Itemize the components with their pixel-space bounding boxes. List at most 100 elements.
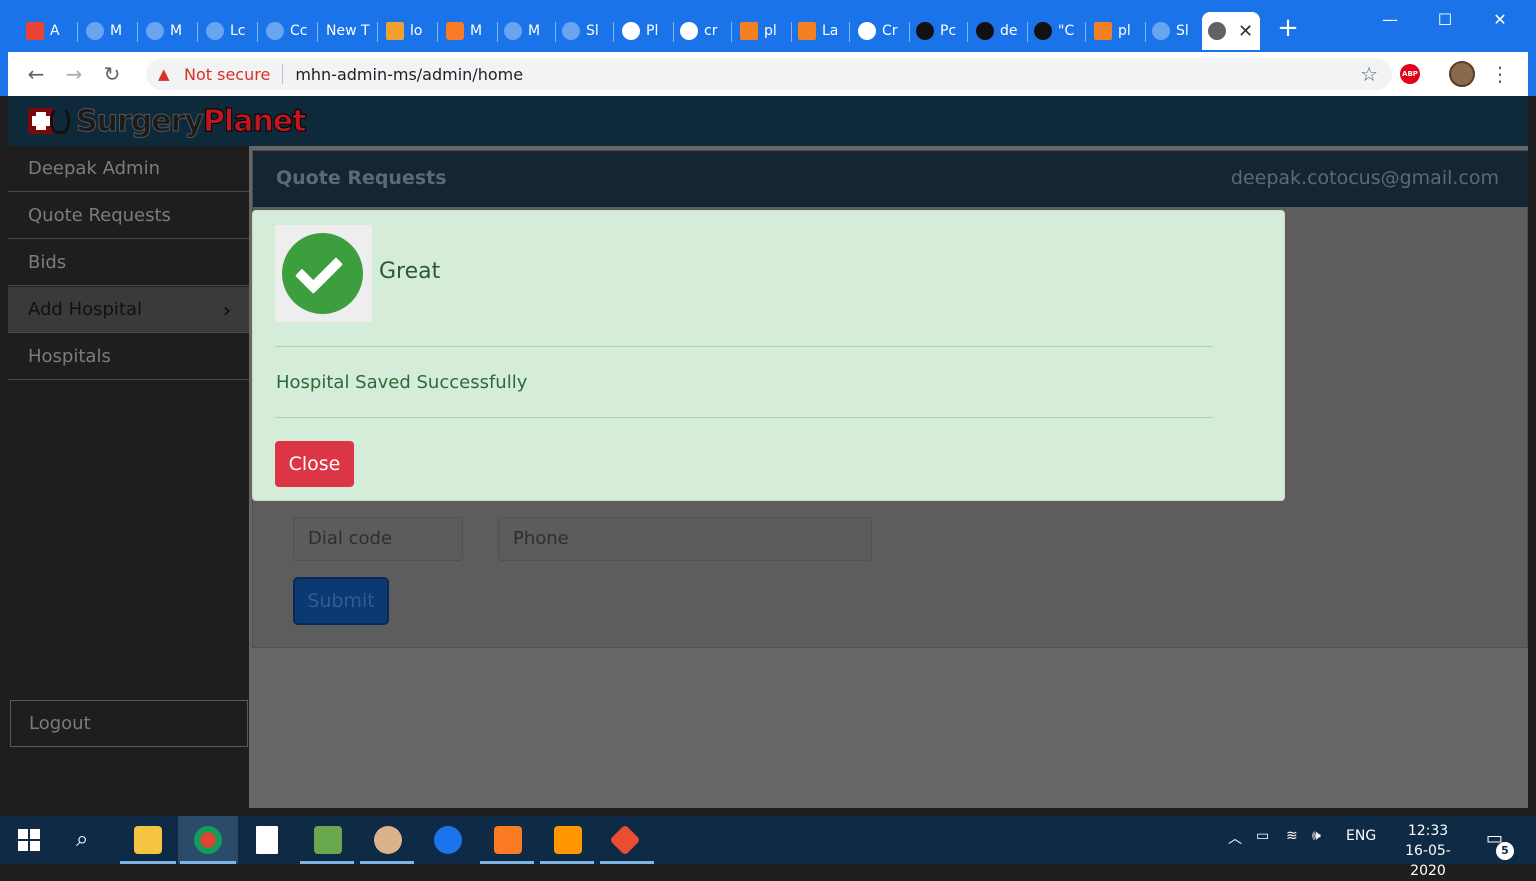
browser-toolbar: ← → ↻ ▲ Not secure mhn-admin-ms/admin/ho… <box>8 52 1528 96</box>
search-icon[interactable]: ⌕ <box>76 827 88 852</box>
new-tab-button[interactable]: + <box>1276 15 1300 41</box>
google-icon <box>858 22 876 40</box>
browser-tab[interactable]: de <box>970 12 1028 50</box>
windows-taskbar: ⌕ ︿ ▭ ≋ 🕪 ENG 12:33 16-05-2020 ▭ 5 <box>0 816 1536 879</box>
browser-tab[interactable]: "C <box>1028 12 1086 50</box>
clock-date: 16-05-2020 <box>1405 843 1451 879</box>
browser-tab-active[interactable]: ✕ <box>1202 12 1260 50</box>
globe-icon <box>146 22 164 40</box>
google-icon <box>680 22 698 40</box>
maximize-button[interactable]: ☐ <box>1425 6 1465 34</box>
reload-button[interactable]: ↻ <box>100 62 124 86</box>
submit-button[interactable]: Submit <box>293 577 389 625</box>
chevron-up-icon[interactable]: ︿ <box>1228 828 1242 848</box>
adblock-icon[interactable]: ABP <box>1400 64 1420 84</box>
close-button[interactable]: Close <box>275 441 354 487</box>
bookmark-star-icon[interactable]: ☆ <box>1360 62 1378 86</box>
minimize-button[interactable]: — <box>1370 6 1410 34</box>
forward-button[interactable]: → <box>62 62 86 86</box>
app-header: SurgeryPlanet <box>8 96 1528 146</box>
close-window-button[interactable]: ✕ <box>1480 6 1520 34</box>
ship-icon <box>386 22 404 40</box>
browser-tab[interactable]: M <box>440 12 498 50</box>
browser-tab[interactable]: pl <box>734 12 792 50</box>
google-icon <box>622 22 640 40</box>
windows-start-icon[interactable] <box>18 829 40 851</box>
browser-tab[interactable]: Pc <box>910 12 968 50</box>
chevron-right-icon: › <box>222 298 231 322</box>
url-text[interactable]: mhn-admin-ms/admin/home <box>295 65 523 84</box>
logout-button[interactable]: Logout <box>10 700 248 747</box>
browser-tab[interactable]: cr <box>674 12 732 50</box>
sidebar-item-bids[interactable]: Bids <box>8 240 249 286</box>
globe-icon <box>1208 22 1226 40</box>
xampp-icon[interactable] <box>494 826 522 854</box>
modal-title: Great <box>379 259 441 284</box>
browser-tab[interactable]: lo <box>380 12 438 50</box>
browser-tab[interactable]: M <box>140 12 198 50</box>
sidebar-item-label: Add Hospital <box>28 299 143 320</box>
file-explorer-icon[interactable] <box>134 826 162 854</box>
globe-icon <box>562 22 580 40</box>
browser-tab[interactable]: Cc <box>260 12 318 50</box>
sidebar-item-hospitals[interactable]: Hospitals <box>8 334 249 380</box>
browser-tab[interactable]: Sl <box>1146 12 1204 50</box>
avatar-icon <box>266 22 284 40</box>
more-menu-icon[interactable]: ⋮ <box>1490 62 1510 86</box>
browser-tab[interactable]: pl <box>1088 12 1146 50</box>
sidebar-item-quote-requests[interactable]: Quote Requests <box>8 193 249 239</box>
sidebar-item-deepak-admin[interactable]: Deepak Admin <box>8 146 249 192</box>
notepadpp-icon[interactable] <box>314 826 342 854</box>
browser-tab[interactable]: La <box>792 12 850 50</box>
surgery-planet-logo[interactable]: SurgeryPlanet <box>28 102 307 140</box>
browser-tab[interactable]: M <box>498 12 556 50</box>
user-email: deepak.cotocus@gmail.com <box>1230 167 1499 189</box>
profile-avatar[interactable] <box>1449 61 1475 87</box>
globe-icon <box>206 22 224 40</box>
maps-icon[interactable] <box>434 826 462 854</box>
stack-icon <box>798 22 816 40</box>
page-title: Quote Requests <box>276 167 447 189</box>
phone-input[interactable]: Phone <box>498 517 872 561</box>
browser-tab[interactable]: A <box>20 12 78 50</box>
volume-icon[interactable]: 🕪 <box>1312 828 1321 844</box>
tab-strip: A M M Lc Cc New T lo M M Sl Pl cr pl La … <box>0 0 1536 52</box>
browser-tab[interactable]: Sl <box>556 12 614 50</box>
stack-icon <box>1094 22 1112 40</box>
modal-message: Hospital Saved Successfully <box>276 372 528 393</box>
browser-tab[interactable]: New T <box>320 12 378 50</box>
sublime-icon[interactable] <box>554 826 582 854</box>
back-button[interactable]: ← <box>24 62 48 86</box>
sidebar: Deepak Admin Quote Requests Bids Add Hos… <box>8 146 249 808</box>
language-indicator[interactable]: ENG <box>1346 828 1376 844</box>
github-icon <box>916 22 934 40</box>
git-icon[interactable] <box>609 824 641 856</box>
address-bar[interactable]: ▲ Not secure mhn-admin-ms/admin/home ☆ <box>146 58 1392 90</box>
clock-time: 12:33 <box>1407 823 1449 839</box>
battery-icon[interactable]: ▭ <box>1256 828 1269 844</box>
success-modal: Great Hospital Saved Successfully Close <box>252 210 1285 501</box>
notepad-icon[interactable] <box>256 826 278 854</box>
security-indicator[interactable]: Not secure <box>184 65 270 84</box>
wifi-icon[interactable]: ≋ <box>1286 828 1298 844</box>
globe-icon <box>86 22 104 40</box>
paint-icon[interactable] <box>374 826 402 854</box>
logo-word-surgery: Surgery <box>76 103 205 139</box>
browser-tab[interactable]: M <box>80 12 138 50</box>
browser-tab[interactable]: Lc <box>200 12 258 50</box>
sidebar-item-add-hospital[interactable]: Add Hospital › <box>8 287 249 333</box>
browser-tab[interactable]: Pl <box>616 12 674 50</box>
warning-icon: ▲ <box>158 65 170 83</box>
medical-cross-icon <box>28 104 72 138</box>
chrome-icon[interactable] <box>194 826 222 854</box>
divider <box>275 417 1213 418</box>
xampp-icon <box>446 22 464 40</box>
notification-count-badge: 5 <box>1496 842 1514 860</box>
system-clock[interactable]: 12:33 16-05-2020 <box>1388 821 1468 881</box>
globe-icon <box>1152 22 1170 40</box>
browser-tab[interactable]: Cr <box>852 12 910 50</box>
close-tab-icon[interactable]: ✕ <box>1238 21 1253 42</box>
stack-icon <box>740 22 758 40</box>
globe-icon <box>504 22 522 40</box>
dial-code-input[interactable]: Dial code <box>293 517 463 561</box>
